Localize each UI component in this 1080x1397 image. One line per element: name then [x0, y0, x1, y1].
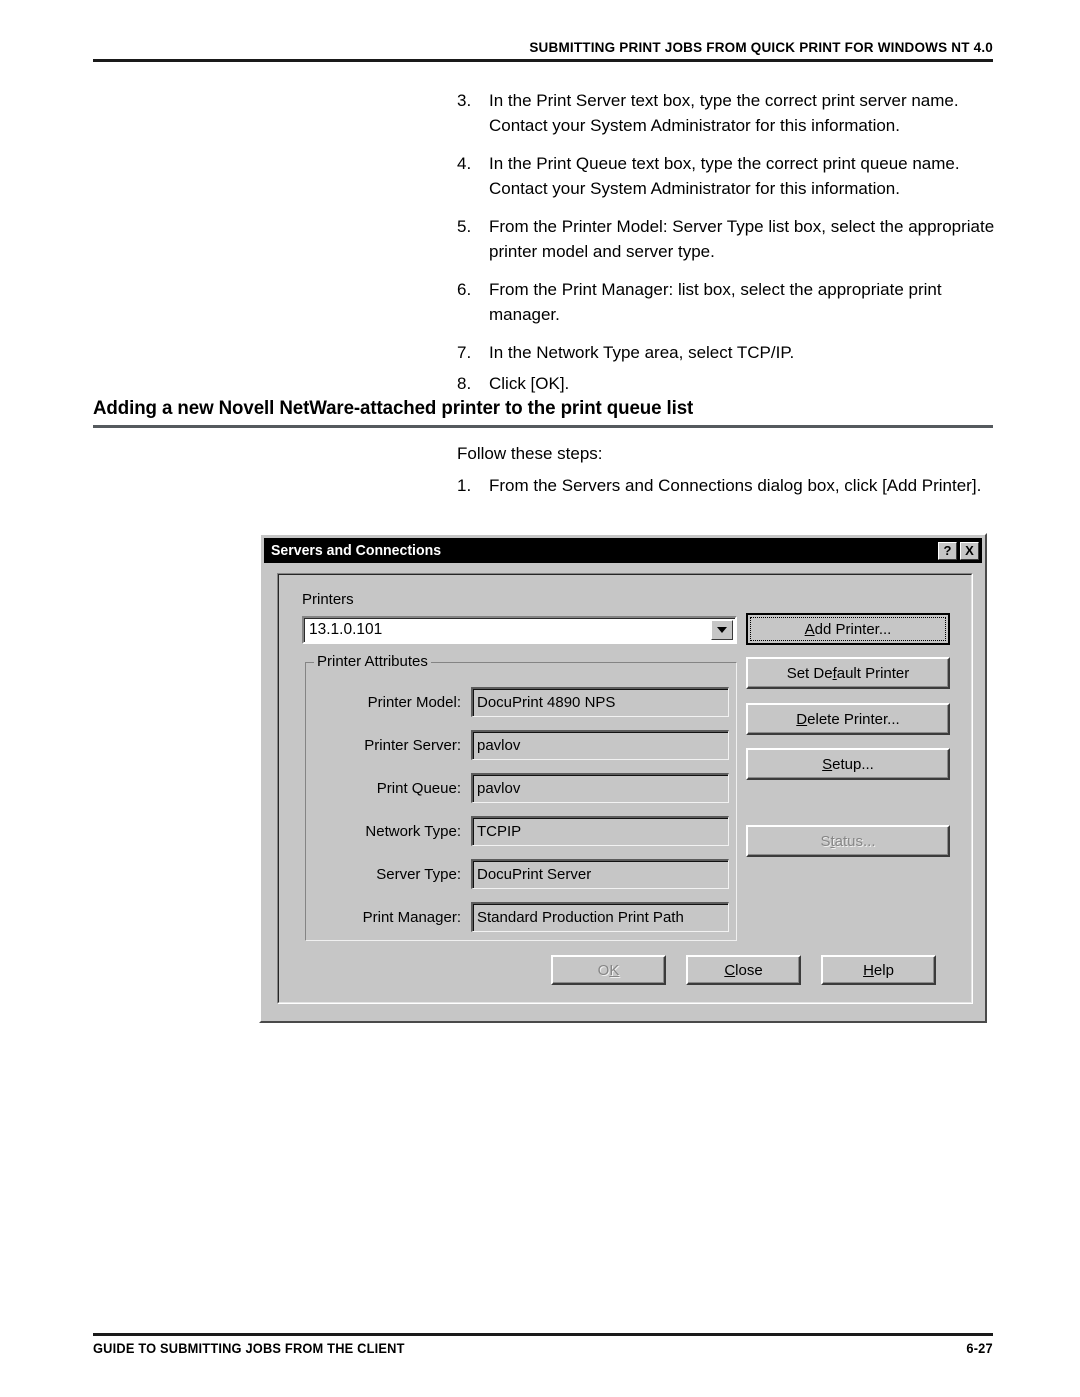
attribute-value-text: TCPIP: [477, 823, 522, 840]
attribute-label: Printer Model:: [367, 693, 461, 711]
status-button: Status...: [746, 825, 950, 857]
attribute-row: Print Queue: pavlov: [306, 773, 736, 803]
list-item: 4. In the Print Queue text box, type the …: [457, 152, 997, 201]
page-footer-number: 6-27: [966, 1341, 993, 1356]
attribute-value-text: pavlov: [477, 780, 521, 797]
section-heading: Adding a new Novell NetWare-attached pri…: [93, 397, 993, 428]
accelerator-char: C: [724, 961, 736, 979]
dialog-title: Servers and Connections: [271, 542, 442, 559]
button-label: Delete Printer...: [796, 710, 900, 728]
page-header-title: SUBMITTING PRINT JOBS FROM QUICK PRINT F…: [529, 40, 993, 55]
button-label: OK: [597, 961, 620, 979]
list-item-number: 6.: [457, 280, 472, 299]
attribute-value-field[interactable]: TCPIP: [471, 816, 729, 846]
list-item: 1. From the Servers and Connections dialo…: [457, 474, 997, 499]
attribute-value-text: DocuPrint 4890 NPS: [477, 694, 616, 711]
printer-attributes-groupbox: Printer Attributes Printer Model: DocuPri…: [305, 653, 737, 941]
page-footer: GUIDE TO SUBMITTING JOBS FROM THE CLIENT…: [93, 1333, 993, 1356]
button-label: Set Default Printer: [786, 664, 910, 682]
chevron-down-icon[interactable]: [711, 620, 733, 640]
section-intro: Follow these steps:: [457, 444, 603, 463]
button-label: Add Printer...: [804, 620, 892, 638]
accelerator-char: t: [830, 832, 835, 850]
list-item-text: From the Printer Model: Server Type list…: [489, 217, 995, 261]
attribute-row: Server Type: DocuPrint Server: [306, 859, 736, 889]
set-default-printer-button[interactable]: Set Default Printer: [746, 657, 950, 689]
accelerator-char: S: [822, 755, 833, 773]
list-item-text: In the Network Type area, select TCP/IP.: [489, 343, 795, 362]
help-question-icon[interactable]: ?: [938, 541, 957, 560]
add-printer-button[interactable]: Add Printer...: [746, 613, 950, 645]
page-footer-text: GUIDE TO SUBMITTING JOBS FROM THE CLIENT: [93, 1341, 405, 1356]
list-item-number: 5.: [457, 217, 472, 236]
attribute-row: Print Manager: Standard Production Print …: [306, 902, 736, 932]
list-item-number: 8.: [457, 373, 472, 393]
close-x-icon[interactable]: X: [960, 541, 979, 560]
list-item-number: 3.: [457, 91, 472, 110]
accelerator-char: H: [863, 961, 874, 979]
list-item: 6. From the Print Manager: list box, sele…: [457, 278, 997, 327]
printer-attributes-legend: Printer Attributes: [314, 653, 431, 670]
accelerator-char: K: [609, 961, 620, 979]
delete-printer-button[interactable]: Delete Printer...: [746, 703, 950, 735]
attribute-value-field[interactable]: DocuPrint 4890 NPS: [471, 687, 729, 717]
focus-ring: Add Printer...: [750, 617, 946, 641]
steps-list-top: 3. In the Print Server text box, type the…: [457, 89, 997, 410]
attribute-label: Print Manager:: [362, 908, 461, 926]
list-item: 5. From the Printer Model: Server Type li…: [457, 215, 997, 264]
attribute-label: Printer Server:: [364, 736, 461, 754]
list-item-text: In the Print Server text box, type the c…: [489, 91, 959, 135]
attribute-row: Network Type: TCPIP: [306, 816, 736, 846]
accelerator-char: D: [796, 710, 808, 728]
setup-button[interactable]: Setup...: [746, 748, 950, 780]
attribute-label: Server Type:: [376, 865, 461, 883]
dialog-titlebar[interactable]: Servers and Connections ? X: [264, 538, 982, 563]
section-heading-text: Adding a new Novell NetWare-attached pri…: [93, 397, 694, 419]
attribute-value-field[interactable]: pavlov: [471, 730, 729, 760]
ok-button: OK: [551, 955, 666, 985]
button-label: Help: [863, 961, 894, 979]
list-item: 3. In the Print Server text box, type the…: [457, 89, 997, 138]
attribute-row: Printer Model: DocuPrint 4890 NPS: [306, 687, 736, 717]
list-item-text: From the Print Manager: list box, select…: [489, 280, 942, 324]
list-item-text: Click [OK].: [489, 373, 570, 393]
help-button[interactable]: Help: [821, 955, 936, 985]
attribute-value-field[interactable]: pavlov: [471, 773, 729, 803]
printers-label: Printers: [302, 591, 354, 608]
attribute-value-field[interactable]: DocuPrint Server: [471, 859, 729, 889]
button-label: Status...: [820, 832, 876, 850]
close-button[interactable]: Close: [686, 955, 801, 985]
printers-combobox-value: 13.1.0.101: [309, 621, 383, 638]
chevron-down-glyph: [717, 627, 727, 633]
servers-and-connections-dialog: Servers and Connections ? X Printers 13.…: [259, 533, 987, 1023]
attribute-label: Print Queue:: [376, 779, 461, 797]
attribute-row: Printer Server: pavlov: [306, 730, 736, 760]
steps-list-section: 1. From the Servers and Connections dialo…: [457, 474, 997, 513]
list-item-text: In the Print Queue text box, type the co…: [489, 154, 960, 198]
button-label: Setup...: [822, 755, 874, 773]
button-label: Close: [724, 961, 763, 979]
list-item-number: 7.: [457, 343, 472, 362]
titlebar-button-group: ? X: [938, 541, 979, 560]
accelerator-char: f: [832, 664, 837, 682]
attribute-value-field[interactable]: Standard Production Print Path: [471, 902, 729, 932]
attribute-value-text: pavlov: [477, 737, 521, 754]
attribute-label: Network Type:: [365, 822, 461, 840]
list-item-text: From the Servers and Connections dialog …: [489, 476, 982, 495]
accelerator-char: A: [804, 620, 815, 638]
list-item: 8. Click [OK].: [457, 372, 997, 397]
printers-combobox[interactable]: 13.1.0.101: [302, 616, 737, 644]
attribute-value-text: DocuPrint Server: [477, 866, 592, 883]
page-header-rule: SUBMITTING PRINT JOBS FROM QUICK PRINT F…: [93, 34, 993, 62]
list-item: 7. In the Network Type area, select TCP/I…: [457, 341, 997, 366]
list-item-number: 1.: [457, 476, 472, 495]
list-item-number: 4.: [457, 154, 472, 173]
attribute-value-text: Standard Production Print Path: [477, 909, 684, 926]
